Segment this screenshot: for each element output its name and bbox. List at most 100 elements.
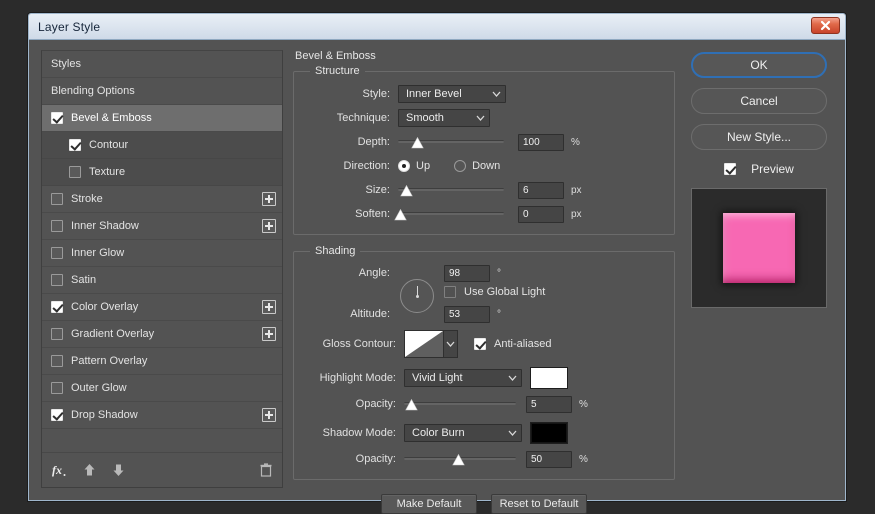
shadow-opacity-slider[interactable] <box>404 450 516 468</box>
sidebar-item-label: Texture <box>89 166 276 178</box>
size-value-field[interactable]: 6 <box>518 182 564 199</box>
sidebar-item-label: Inner Glow <box>71 247 276 259</box>
highlight-opacity-field[interactable]: 5 <box>526 396 572 413</box>
arrow-up-icon[interactable] <box>83 463 96 477</box>
sidebar-item-contour[interactable]: Contour <box>42 132 282 159</box>
close-button[interactable] <box>811 17 840 34</box>
direction-down-radio[interactable] <box>454 160 466 172</box>
style-enable-checkbox[interactable] <box>51 328 63 340</box>
section-heading: Bevel & Emboss <box>295 50 675 62</box>
sidebar-item-inner-shadow[interactable]: Inner Shadow <box>42 213 282 240</box>
style-enable-checkbox[interactable] <box>51 220 63 232</box>
sidebar-item-color-overlay[interactable]: Color Overlay <box>42 294 282 321</box>
angle-unit: ° <box>497 268 513 279</box>
make-default-button[interactable]: Make Default <box>381 494 477 514</box>
highlight-opacity-thumb[interactable] <box>405 399 418 411</box>
style-enable-checkbox[interactable] <box>51 382 63 394</box>
preview-checkbox[interactable] <box>724 163 736 175</box>
gloss-contour-preview[interactable] <box>404 330 444 358</box>
soften-slider-thumb[interactable] <box>394 209 407 221</box>
highlight-mode-row: Highlight Mode: Vivid Light <box>306 365 662 391</box>
sidebar-item-texture[interactable]: Texture <box>42 159 282 186</box>
chevron-down-icon <box>446 338 455 350</box>
altitude-value-field[interactable]: 53 <box>444 306 490 323</box>
style-enable-checkbox[interactable] <box>69 166 81 178</box>
size-slider-track <box>398 188 504 191</box>
highlight-color-swatch[interactable] <box>530 367 568 389</box>
sidebar-item-stroke[interactable]: Stroke <box>42 186 282 213</box>
sidebar-item-pattern-overlay[interactable]: Pattern Overlay <box>42 348 282 375</box>
gloss-contour-dropdown[interactable] <box>444 330 458 358</box>
style-enable-checkbox[interactable] <box>51 409 63 421</box>
shading-legend: Shading <box>310 245 360 257</box>
sidebar-item-label: Color Overlay <box>71 301 262 313</box>
shadow-opacity-thumb[interactable] <box>452 454 465 466</box>
cancel-button[interactable]: Cancel <box>691 88 827 114</box>
svg-text:fx: fx <box>52 463 62 477</box>
depth-slider-thumb[interactable] <box>411 137 424 149</box>
layer-style-dialog: Layer Style StylesBlending OptionsBevel … <box>28 13 846 501</box>
angle-label: Angle: <box>306 267 398 279</box>
highlight-opacity-slider[interactable] <box>404 395 516 413</box>
add-effect-button[interactable] <box>262 327 276 341</box>
fx-icon[interactable]: fx <box>52 463 67 477</box>
shadow-color-swatch[interactable] <box>530 422 568 444</box>
style-enable-checkbox[interactable] <box>51 301 63 313</box>
depth-slider[interactable] <box>398 133 504 151</box>
direction-up-radio[interactable] <box>398 160 410 172</box>
angle-value-field[interactable]: 98 <box>444 265 490 282</box>
sidebar-item-satin[interactable]: Satin <box>42 267 282 294</box>
trash-icon[interactable] <box>260 463 272 477</box>
sidebar-item-outer-glow[interactable]: Outer Glow <box>42 375 282 402</box>
soften-slider[interactable] <box>398 205 504 223</box>
depth-label: Depth: <box>306 136 398 148</box>
style-select[interactable]: Inner Bevel <box>398 85 506 103</box>
anti-aliased-checkbox[interactable] <box>474 338 486 350</box>
gloss-contour-row: Gloss Contour: Anti-ali <box>306 328 662 360</box>
preview-shape <box>723 213 795 283</box>
sidebar-item-gradient-overlay[interactable]: Gradient Overlay <box>42 321 282 348</box>
use-global-light-toggle[interactable]: Use Global Light <box>444 286 545 298</box>
soften-value-field[interactable]: 0 <box>518 206 564 223</box>
angle-dial[interactable] <box>400 279 434 313</box>
title-bar[interactable]: Layer Style <box>29 14 845 40</box>
add-effect-button[interactable] <box>262 192 276 206</box>
style-enable-checkbox[interactable] <box>51 274 63 286</box>
reset-to-default-button[interactable]: Reset to Default <box>491 494 587 514</box>
preview-toggle[interactable]: Preview <box>724 162 794 176</box>
style-enable-checkbox[interactable] <box>51 355 63 367</box>
style-enable-checkbox[interactable] <box>51 112 63 124</box>
add-effect-button[interactable] <box>262 219 276 233</box>
style-enable-checkbox[interactable] <box>51 247 63 259</box>
size-unit: px <box>571 185 587 196</box>
highlight-mode-select[interactable]: Vivid Light <box>404 369 522 387</box>
depth-value-field[interactable]: 100 <box>518 134 564 151</box>
shadow-mode-select[interactable]: Color Burn <box>404 424 522 442</box>
sidebar-item-drop-shadow[interactable]: Drop Shadow <box>42 402 282 429</box>
sidebar-item-label: Gradient Overlay <box>71 328 262 340</box>
shadow-opacity-field[interactable]: 50 <box>526 451 572 468</box>
use-global-light-label: Use Global Light <box>464 286 545 298</box>
add-effect-button[interactable] <box>262 408 276 422</box>
ok-button[interactable]: OK <box>691 52 827 78</box>
chevron-down-icon <box>505 375 519 381</box>
add-effect-button[interactable] <box>262 300 276 314</box>
main-panel: Bevel & Emboss Structure Style: Inner Be… <box>293 50 675 488</box>
shadow-mode-row: Shadow Mode: Color Burn <box>306 420 662 446</box>
size-row: Size: 6 px <box>306 179 662 201</box>
anti-aliased-toggle[interactable]: Anti-aliased <box>474 338 551 350</box>
size-slider-thumb[interactable] <box>400 185 413 197</box>
arrow-down-icon[interactable] <box>112 463 125 477</box>
size-slider[interactable] <box>398 181 504 199</box>
sidebar-item-styles[interactable]: Styles <box>42 51 282 78</box>
style-enable-checkbox[interactable] <box>69 139 81 151</box>
sidebar-item-blending-options[interactable]: Blending Options <box>42 78 282 105</box>
sidebar-item-bevel-emboss[interactable]: Bevel & Emboss <box>42 105 282 132</box>
style-enable-checkbox[interactable] <box>51 193 63 205</box>
use-global-light-checkbox[interactable] <box>444 286 456 298</box>
sidebar-item-inner-glow[interactable]: Inner Glow <box>42 240 282 267</box>
shadow-mode-label: Shadow Mode: <box>306 427 404 439</box>
style-list[interactable]: StylesBlending OptionsBevel & EmbossCont… <box>42 51 282 453</box>
technique-select[interactable]: Smooth <box>398 109 490 127</box>
new-style-button[interactable]: New Style... <box>691 124 827 150</box>
